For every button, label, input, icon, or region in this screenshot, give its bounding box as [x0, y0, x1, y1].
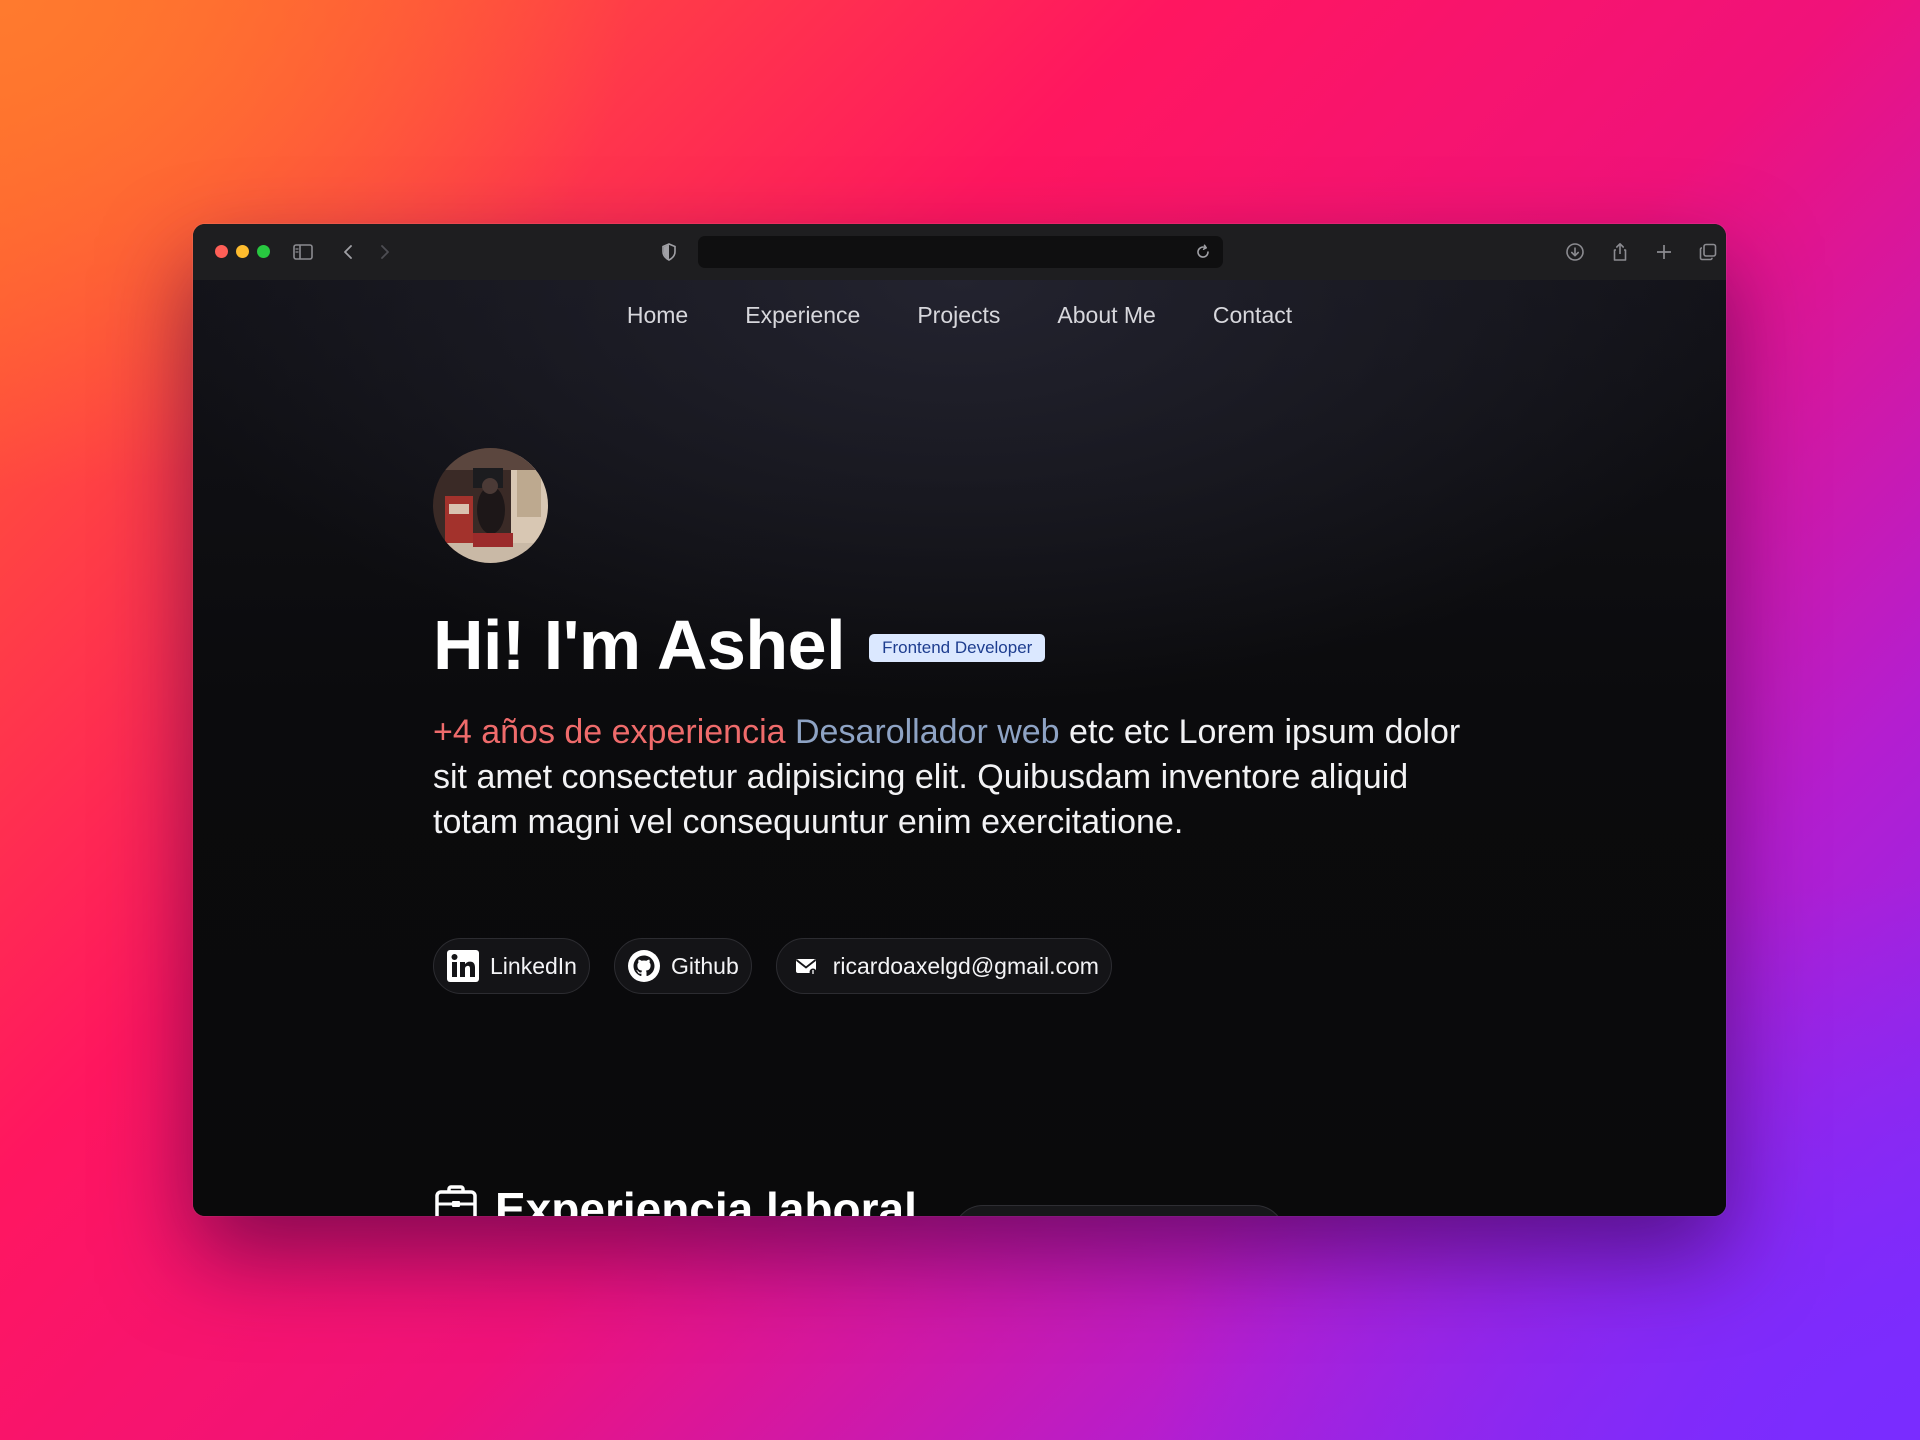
page-content: Home Experience Projects About Me Contac…	[193, 280, 1726, 1216]
download-icon[interactable]	[1562, 239, 1588, 265]
nav-projects[interactable]: Projects	[917, 302, 1000, 329]
sidebar-icon[interactable]	[290, 239, 316, 265]
email-label: ricardoaxelgd@gmail.com	[832, 952, 1099, 979]
github-label: Github	[670, 952, 739, 979]
github-icon	[627, 949, 661, 983]
minimize-window-button[interactable]	[236, 245, 249, 258]
bio-role-highlight: Desarollador web	[795, 713, 1060, 751]
briefcase-icon	[433, 1180, 479, 1216]
bio-experience-highlight: +4 años de experiencia	[433, 713, 786, 751]
nav-home[interactable]: Home	[627, 302, 688, 329]
social-links: LinkedIn Github ricardoaxelgd@gmail.com	[433, 938, 1112, 994]
github-button[interactable]: Github	[613, 938, 752, 994]
avatar	[433, 448, 548, 563]
hero-bio: +4 años de experiencia Desarollador web …	[433, 710, 1463, 845]
section-title: Experiencia laboral	[495, 1182, 917, 1217]
back-icon[interactable]	[336, 239, 362, 265]
nav-about-me[interactable]: About Me	[1057, 302, 1155, 329]
mail-icon	[789, 949, 823, 983]
experience-section-heading: Experiencia laboral	[433, 1180, 917, 1216]
reload-icon[interactable]	[1190, 239, 1216, 265]
tabs-overview-icon[interactable]	[1695, 239, 1721, 265]
linkedin-icon	[446, 949, 480, 983]
email-button[interactable]: ricardoaxelgd@gmail.com	[775, 938, 1112, 994]
maximize-window-button[interactable]	[257, 245, 270, 258]
share-icon[interactable]	[1607, 239, 1633, 265]
role-badge: Frontend Developer	[869, 634, 1046, 662]
browser-window: Home Experience Projects About Me Contac…	[193, 224, 1726, 1216]
new-tab-icon[interactable]	[1651, 239, 1677, 265]
hero-title: Hi! I'm Ashel	[433, 606, 846, 684]
nav-experience[interactable]: Experience	[745, 302, 860, 329]
nav-contact[interactable]: Contact	[1213, 302, 1292, 329]
floating-toolbar[interactable]	[953, 1205, 1285, 1216]
shield-icon[interactable]	[656, 239, 682, 265]
linkedin-button[interactable]: LinkedIn	[433, 938, 590, 994]
browser-toolbar	[193, 224, 1726, 281]
address-bar[interactable]	[698, 236, 1223, 268]
close-window-button[interactable]	[215, 245, 228, 258]
linkedin-label: LinkedIn	[490, 952, 577, 979]
main-nav: Home Experience Projects About Me Contac…	[193, 290, 1726, 340]
hero-heading-row: Hi! I'm Ashel Frontend Developer	[433, 605, 1046, 685]
forward-icon[interactable]	[371, 239, 397, 265]
